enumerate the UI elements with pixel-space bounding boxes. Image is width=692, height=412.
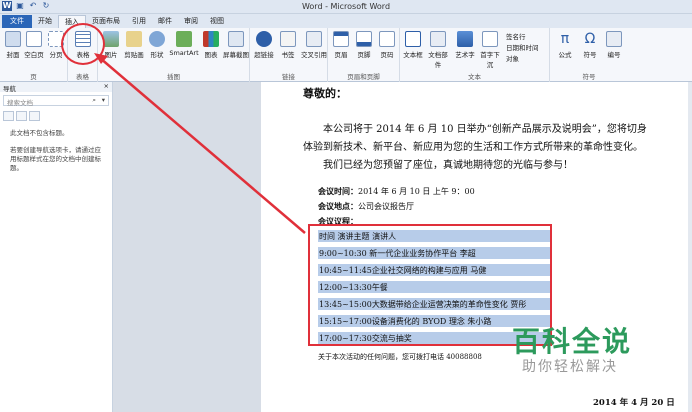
browse-headings-icon[interactable] xyxy=(3,111,14,121)
clip-art-button[interactable]: 剪贴画 xyxy=(122,31,146,59)
clip-art-icon xyxy=(126,31,142,47)
group-label-links: 链接 xyxy=(282,73,295,81)
group-links: 超链接 书签 交叉引用 链接 xyxy=(250,28,328,82)
cover-page-icon xyxy=(5,31,21,47)
group-pages: 封面 空白页 分页 页 xyxy=(0,28,68,82)
symbol-button[interactable]: Ω 符号 xyxy=(578,31,602,59)
footer-button[interactable]: 页脚 xyxy=(352,31,376,59)
paragraph-2: 我们已经为您预留了座位，真诚地期待您的光临与参与！ xyxy=(323,160,573,171)
tab-mailings[interactable]: 邮件 xyxy=(152,15,178,28)
screenshot-button[interactable]: 屏幕截图 xyxy=(222,31,250,59)
annotation-circle xyxy=(61,23,105,65)
text-box-icon xyxy=(405,31,421,47)
meeting-place: 会议地点：公司会议报告厅 xyxy=(318,201,414,211)
document-page[interactable]: 尊敬的： 本公司将于 2014 年 6 月 10 日举办“创新产品展示及说明会”… xyxy=(261,82,689,412)
tab-review[interactable]: 审阅 xyxy=(178,15,204,28)
meeting-time: 会议时间：2014 年 6 月 10 日 上午 9：00 xyxy=(318,186,475,196)
footer-icon xyxy=(356,31,372,47)
chart-icon xyxy=(203,31,219,47)
tab-file[interactable]: 文件 xyxy=(2,15,32,28)
group-header-footer: 页眉 页脚 页码 页眉和页脚 xyxy=(328,28,400,82)
text-box-button[interactable]: 文本框 xyxy=(401,31,425,59)
wordart-button[interactable]: 艺术字 xyxy=(453,31,477,59)
group-label-tables: 表格 xyxy=(76,73,89,81)
cross-reference-button[interactable]: 交叉引用 xyxy=(300,31,328,59)
navigation-header: 导航 × xyxy=(0,82,112,93)
date-time-button[interactable]: 日期和时间 xyxy=(506,42,539,52)
header-icon xyxy=(333,31,349,47)
drop-cap-button[interactable]: 首字下沉 xyxy=(478,31,502,69)
nav-view-buttons xyxy=(3,111,109,121)
search-placeholder: 搜索文档 xyxy=(7,99,33,107)
paragraph-1-line-1: 本公司将于 2014 年 6 月 10 日举办“创新产品展示及说明会”，您将切身 xyxy=(323,124,647,135)
bookmark-button[interactable]: 书签 xyxy=(276,31,300,59)
group-text: 文本框 文档部件 艺术字 首字下沉 签名行 日期和时间 对象 文本 xyxy=(400,28,550,82)
group-illustrations: 图片 剪贴画 形状 SmartArt 图表 屏幕截图 插图 xyxy=(98,28,250,82)
cross-reference-icon xyxy=(306,31,322,47)
create-headings-hint: 若要创建导航选项卡，请通过应用标题样式在您的文档中创建标题。 xyxy=(10,146,101,172)
group-label-header-footer: 页眉和页脚 xyxy=(347,73,380,81)
footer-note: 关于本次活动的任何问题，您可拨打电话 40088808 xyxy=(318,353,482,361)
numbering-button[interactable]: 编号 xyxy=(602,31,626,59)
group-label-symbols: 符号 xyxy=(582,73,596,81)
group-label-pages: 页 xyxy=(30,73,37,81)
window-title: Word - Microsoft Word xyxy=(301,2,391,11)
watermark-subtitle: 助你轻松解决 xyxy=(522,359,618,375)
navigation-pane: 导航 × 搜索文档 ⌕ ▾ 此文档不包含标题。 若要创建导航选项卡，请通过应用标… xyxy=(0,82,113,412)
bookmark-icon xyxy=(280,31,296,47)
group-label-text: 文本 xyxy=(468,73,481,81)
picture-icon xyxy=(103,31,119,47)
shapes-button[interactable]: 形状 xyxy=(145,31,169,59)
tab-references[interactable]: 引用 xyxy=(126,15,152,28)
hyperlink-button[interactable]: 超链接 xyxy=(252,31,276,59)
screenshot-icon xyxy=(228,31,244,47)
tab-view[interactable]: 视图 xyxy=(204,15,230,28)
blank-page-button[interactable]: 空白页 xyxy=(22,31,46,59)
group-label-illustrations: 插图 xyxy=(167,73,180,81)
search-icon[interactable]: ⌕ xyxy=(92,96,96,105)
ribbon: 封面 空白页 分页 页 表格 表格 图片 剪贴画 形状 SmartArt 图表 … xyxy=(0,28,692,82)
paragraph-1-line-2: 体验到新技术、新平台、新应用为您的生活和工作方式所带来的革命性变化。 xyxy=(303,142,643,153)
group-symbols: π 公式 Ω 符号 编号 符号 xyxy=(550,28,628,82)
document-date: 2014 年 4 月 20 日 xyxy=(593,398,675,408)
search-input[interactable]: 搜索文档 ⌕ ▾ xyxy=(3,95,109,107)
smartart-button[interactable]: SmartArt xyxy=(169,31,199,57)
close-icon[interactable]: × xyxy=(104,82,109,90)
navigation-title: 导航 xyxy=(3,85,16,93)
vertical-scrollbar[interactable] xyxy=(688,82,692,412)
omega-icon: Ω xyxy=(584,31,596,47)
object-button[interactable]: 对象 xyxy=(506,53,519,63)
smartart-icon xyxy=(176,31,192,47)
no-headings-message: 此文档不包含标题。 xyxy=(10,129,69,137)
document-background xyxy=(113,82,261,412)
tab-home[interactable]: 开始 xyxy=(32,15,58,28)
wordart-icon xyxy=(457,31,473,47)
quick-parts-icon xyxy=(430,31,446,47)
hyperlink-icon xyxy=(256,31,272,47)
shapes-icon xyxy=(149,31,165,47)
numbering-icon xyxy=(606,31,622,47)
signature-line-button[interactable]: 签名行 xyxy=(506,31,526,41)
ribbon-tabs: 文件 开始 插入 页面布局 引用 邮件 审阅 视图 xyxy=(0,14,692,28)
header-button[interactable]: 页眉 xyxy=(329,31,353,59)
drop-cap-icon xyxy=(482,31,498,47)
quick-parts-button[interactable]: 文档部件 xyxy=(426,31,450,69)
page-number-icon xyxy=(379,31,395,47)
chart-button[interactable]: 图表 xyxy=(199,31,223,59)
chevron-down-icon[interactable]: ▾ xyxy=(102,96,105,104)
greeting: 尊敬的： xyxy=(303,87,347,100)
equation-button[interactable]: π 公式 xyxy=(553,31,577,59)
blank-page-icon xyxy=(26,31,42,47)
title-bar: W ▣ ↶ ↻ Word - Microsoft Word xyxy=(0,0,692,14)
watermark-title: 百科全说 xyxy=(512,325,633,358)
browse-pages-icon[interactable] xyxy=(16,111,27,121)
page-number-button[interactable]: 页码 xyxy=(375,31,399,59)
browse-results-icon[interactable] xyxy=(29,111,40,121)
pi-icon: π xyxy=(560,31,570,47)
